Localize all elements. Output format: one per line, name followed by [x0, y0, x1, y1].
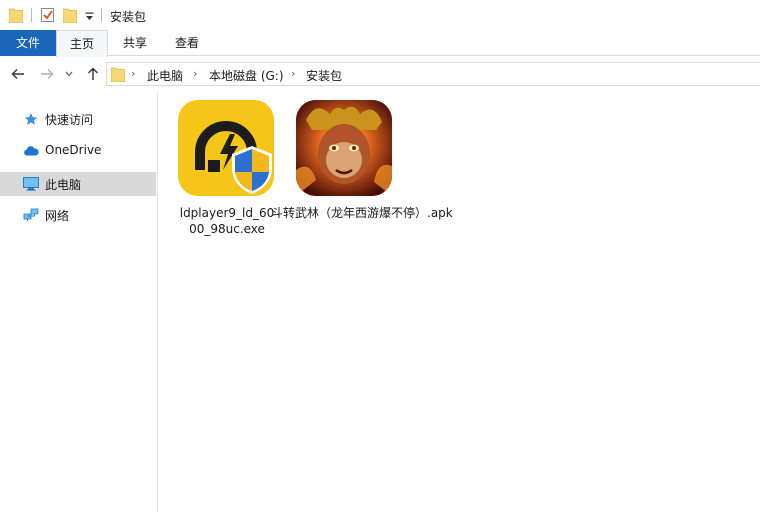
network-icon — [23, 208, 39, 222]
recent-locations-chevron-icon[interactable] — [63, 65, 75, 83]
file-name-line: 00_98uc.exe — [189, 222, 265, 236]
breadcrumb-chevron-icon[interactable]: › — [291, 67, 295, 80]
sidebar-item-network[interactable]: 网络 — [0, 203, 156, 227]
breadcrumb-this-pc[interactable]: 此电脑 — [147, 67, 183, 84]
ribbon-tabs: 文件 主页 共享 查看 — [0, 30, 760, 57]
file-name: ldplayer9_ld_60 00_98uc.exe — [167, 205, 287, 237]
sidebar-item-onedrive[interactable]: OneDrive — [0, 139, 156, 163]
up-arrow-icon[interactable] — [84, 65, 102, 83]
ldplayer-installer-icon — [178, 100, 274, 196]
navigation-bar: › 此电脑 › 本地磁盘 (G:) › 安装包 — [0, 57, 760, 91]
quick-access-divider — [31, 8, 32, 22]
breadcrumb-chevron-icon[interactable]: › — [131, 67, 135, 80]
sidebar-item-label: 此电脑 — [45, 178, 82, 192]
file-item-ldplayer[interactable]: ldplayer9_ld_60 00_98uc.exe — [167, 99, 277, 239]
window-title: 安装包 — [110, 10, 147, 24]
breadcrumb-chevron-icon[interactable]: › — [193, 67, 197, 80]
folder-icon[interactable] — [8, 7, 24, 26]
title-divider — [101, 8, 102, 22]
sidebar-item-quick-access[interactable]: 快速访问 — [0, 107, 156, 131]
star-pin-icon — [23, 112, 39, 126]
file-name-line: ldplayer9_ld_60 — [179, 206, 275, 220]
sidebar-item-label: 网络 — [45, 209, 70, 223]
breadcrumb-local-disk[interactable]: 本地磁盘 (G:) — [209, 67, 284, 84]
file-list: ldplayer9_ld_60 00_98uc.exe 斗转武林（龙年西游爆不停… — [159, 91, 760, 512]
title-bar: 安装包 — [0, 0, 760, 30]
file-name: 斗转武林（龙年西游爆不停）.apk — [271, 205, 471, 221]
sidebar-item-label: OneDrive — [45, 143, 102, 157]
sidebar-item-this-pc[interactable]: 此电脑 — [0, 172, 156, 196]
tab-view[interactable]: 查看 — [164, 30, 210, 56]
address-folder-icon — [110, 66, 126, 85]
breadcrumb-current-folder[interactable]: 安装包 — [306, 67, 342, 84]
tab-home[interactable]: 主页 — [56, 30, 108, 57]
tab-share[interactable]: 共享 — [112, 30, 158, 56]
forward-arrow-icon[interactable] — [38, 65, 56, 83]
game-apk-icon — [296, 100, 392, 196]
sidebar-item-label: 快速访问 — [45, 113, 94, 127]
customize-dropdown-icon[interactable] — [85, 10, 94, 24]
new-folder-icon[interactable] — [62, 7, 78, 26]
address-bar[interactable]: › 此电脑 › 本地磁盘 (G:) › 安装包 — [106, 62, 760, 86]
navigation-pane: 快速访问 OneDrive 此电脑 网络 — [0, 91, 158, 512]
cloud-icon — [23, 144, 39, 158]
back-arrow-icon[interactable] — [9, 65, 27, 83]
file-name-line: 斗转武林（龙年西游爆不停）.apk — [271, 206, 453, 220]
tab-file[interactable]: 文件 — [0, 30, 56, 56]
properties-check-icon[interactable] — [40, 7, 56, 26]
monitor-icon — [23, 177, 39, 191]
file-item-game-apk[interactable]: 斗转武林（龙年西游爆不停）.apk — [271, 99, 453, 239]
